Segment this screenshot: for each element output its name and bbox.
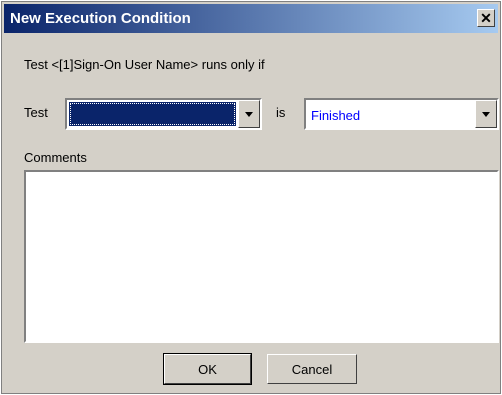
status-select[interactable]: Finished (304, 98, 499, 130)
chevron-down-icon (245, 111, 253, 117)
close-button[interactable]: ✕ (477, 9, 495, 27)
ok-button[interactable]: OK (163, 353, 252, 385)
dialog-title: New Execution Condition (10, 10, 191, 27)
test-select[interactable] (65, 98, 262, 130)
close-icon: ✕ (480, 10, 492, 26)
condition-description: Test <[1]Sign-On User Name> runs only if (24, 57, 265, 72)
comments-textarea[interactable] (24, 170, 499, 343)
cancel-button[interactable]: Cancel (267, 354, 357, 384)
cancel-button-label: Cancel (291, 361, 333, 377)
test-select-dropdown-button[interactable] (238, 100, 260, 128)
ok-button-label: OK (198, 361, 217, 377)
test-label: Test (24, 105, 48, 120)
test-select-value (69, 102, 236, 126)
title-bar[interactable]: New Execution Condition ✕ (4, 4, 498, 33)
status-select-value: Finished (308, 102, 473, 126)
execution-condition-dialog: New Execution Condition ✕ Test <[1]Sign-… (1, 1, 501, 394)
status-select-dropdown-button[interactable] (475, 100, 497, 128)
status-select-text: Finished (311, 108, 361, 123)
is-label: is (276, 105, 286, 120)
chevron-down-icon (482, 111, 490, 117)
comments-label: Comments (24, 150, 87, 165)
